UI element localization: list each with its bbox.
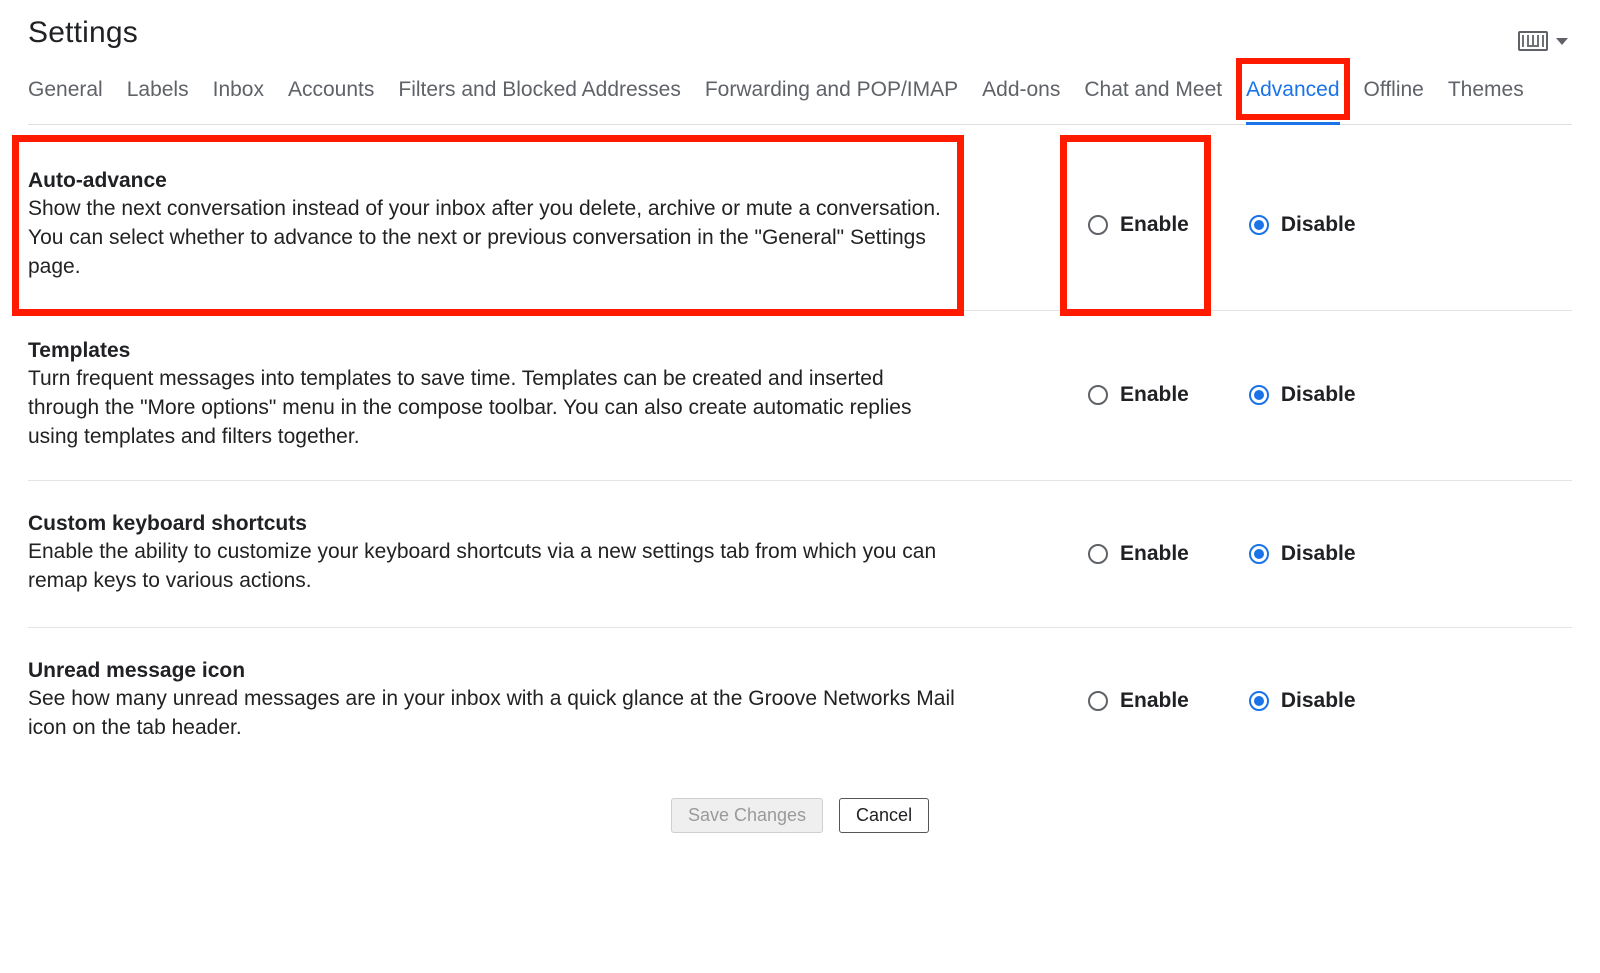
radio-disable[interactable]: [1249, 691, 1269, 711]
setting-row-unread-message-icon: Unread message iconSee how many unread m…: [28, 628, 1572, 774]
setting-title: Custom keyboard shortcuts: [28, 512, 958, 536]
setting-description: Show the next conversation instead of yo…: [28, 195, 958, 282]
chevron-down-icon: [1556, 38, 1568, 45]
radio-enable[interactable]: [1088, 691, 1108, 711]
radio-enable[interactable]: [1088, 544, 1108, 564]
setting-description: Enable the ability to customize your key…: [28, 538, 958, 596]
radio-label: Enable: [1120, 689, 1189, 713]
tab-chat-and-meet[interactable]: Chat and Meet: [1084, 68, 1222, 124]
setting-text: Auto-advanceShow the next conversation i…: [28, 169, 958, 282]
tab-offline[interactable]: Offline: [1364, 68, 1424, 124]
tab-inbox[interactable]: Inbox: [213, 68, 264, 124]
radio-label: Disable: [1281, 213, 1356, 237]
cancel-button[interactable]: Cancel: [839, 798, 929, 833]
setting-title: Unread message icon: [28, 659, 958, 683]
input-tools-button[interactable]: [1518, 31, 1572, 51]
settings-tabs: General Labels Inbox Accounts Filters and Bl…: [28, 68, 1572, 125]
radio-label: Enable: [1120, 383, 1189, 407]
radio-option-enable[interactable]: Enable: [1088, 689, 1189, 713]
settings-list: Auto-advanceShow the next conversation i…: [28, 125, 1572, 774]
setting-row-custom-keyboard-shortcuts: Custom keyboard shortcutsEnable the abil…: [28, 481, 1572, 628]
tab-general[interactable]: General: [28, 68, 103, 124]
setting-text: TemplatesTurn frequent messages into tem…: [28, 339, 958, 452]
radio-label: Enable: [1120, 213, 1189, 237]
radio-option-disable[interactable]: Disable: [1249, 542, 1356, 566]
setting-text: Unread message iconSee how many unread m…: [28, 659, 958, 743]
radio-label: Enable: [1120, 542, 1189, 566]
tab-labels[interactable]: Labels: [127, 68, 189, 124]
radio-option-disable[interactable]: Disable: [1249, 213, 1356, 237]
radio-disable[interactable]: [1249, 215, 1269, 235]
setting-title: Auto-advance: [28, 169, 958, 193]
setting-row-auto-advance: Auto-advanceShow the next conversation i…: [28, 141, 1572, 311]
setting-row-templates: TemplatesTurn frequent messages into tem…: [28, 311, 1572, 481]
save-changes-button: Save Changes: [671, 798, 823, 833]
radio-enable[interactable]: [1088, 385, 1108, 405]
setting-description: Turn frequent messages into templates to…: [28, 365, 958, 452]
tab-forwarding-and-pop-imap[interactable]: Forwarding and POP/IMAP: [705, 68, 958, 124]
radio-label: Disable: [1281, 383, 1356, 407]
actions-row: Save Changes Cancel: [28, 798, 1572, 833]
radio-label: Disable: [1281, 689, 1356, 713]
radio-disable[interactable]: [1249, 544, 1269, 564]
page-title: Settings: [28, 16, 138, 50]
radio-group: Enable Disable: [958, 542, 1572, 566]
setting-title: Templates: [28, 339, 958, 363]
radio-label: Disable: [1281, 542, 1356, 566]
radio-option-disable[interactable]: Disable: [1249, 383, 1356, 407]
tab-add-ons[interactable]: Add-ons: [982, 68, 1060, 124]
radio-group: Enable Disable: [958, 213, 1572, 237]
radio-group: Enable Disable: [958, 689, 1572, 713]
radio-enable[interactable]: [1088, 215, 1108, 235]
setting-description: See how many unread messages are in your…: [28, 685, 958, 743]
keyboard-icon: [1518, 31, 1548, 51]
tab-themes[interactable]: Themes: [1448, 68, 1524, 124]
radio-option-enable[interactable]: Enable: [1088, 542, 1189, 566]
setting-text: Custom keyboard shortcutsEnable the abil…: [28, 512, 958, 596]
radio-group: Enable Disable: [958, 383, 1572, 407]
radio-disable[interactable]: [1249, 385, 1269, 405]
tab-accounts[interactable]: Accounts: [288, 68, 374, 124]
radio-option-disable[interactable]: Disable: [1249, 689, 1356, 713]
radio-option-enable[interactable]: Enable: [1088, 383, 1189, 407]
tab-filters-and-blocked-addresses[interactable]: Filters and Blocked Addresses: [398, 68, 680, 124]
radio-option-enable[interactable]: Enable: [1088, 213, 1189, 237]
tab-advanced[interactable]: Advanced: [1246, 68, 1339, 124]
